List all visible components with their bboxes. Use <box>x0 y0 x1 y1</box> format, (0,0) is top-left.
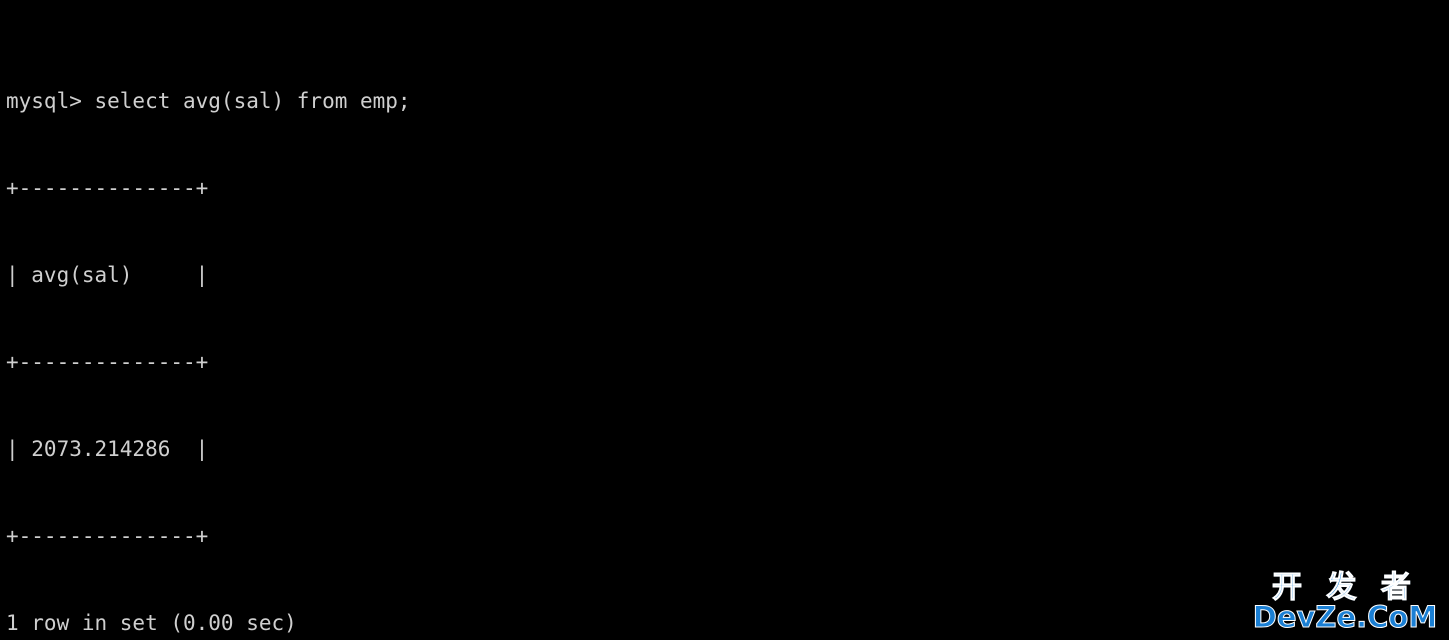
watermark-latin-text: DevZe.CoM <box>1252 600 1438 634</box>
terminal-line-status-1: 1 row in set (0.00 sec) <box>6 611 297 635</box>
terminal-line-table1-border-bottom: +--------------+ <box>6 524 209 548</box>
terminal-line-table1-header: | avg(sal) | <box>6 263 209 287</box>
watermark-chinese-text: 开 发 者 <box>1272 570 1418 605</box>
terminal-screen: mysql> select avg(sal) from emp; +------… <box>6 0 1119 640</box>
terminal-line-command-1: mysql> select avg(sal) from emp; <box>6 89 411 113</box>
terminal-line-table1-row-1: | 2073.214286 | <box>6 437 209 461</box>
terminal-line-table1-border-mid: +--------------+ <box>6 350 209 374</box>
site-watermark: 开 发 者 DevZe.CoM <box>1245 570 1445 638</box>
terminal-window[interactable]: mysql> select avg(sal) from emp; +------… <box>0 0 1449 640</box>
terminal-line-table1-border-top: +--------------+ <box>6 176 209 200</box>
